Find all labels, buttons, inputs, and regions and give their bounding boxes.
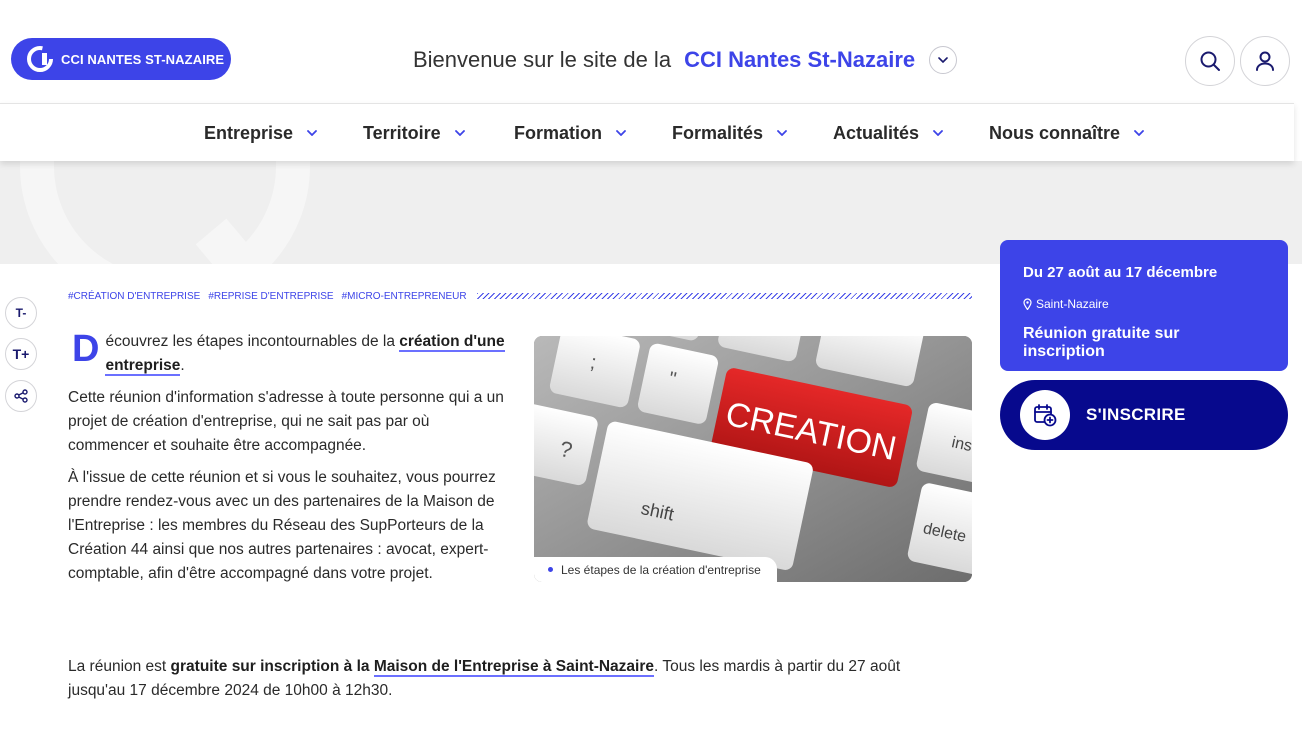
account-button[interactable]	[1240, 36, 1290, 86]
caption-text: Les étapes de la création d'entreprise	[561, 562, 761, 577]
tag-creation[interactable]: #CRÉATION D'ENTREPRISE	[68, 291, 200, 302]
event-dates: Du 27 août au 17 décembre	[1023, 264, 1218, 281]
logo-mark-icon	[27, 46, 53, 72]
event-card: Du 27 août au 17 décembre Saint-Nazaire …	[1000, 240, 1288, 371]
search-icon	[1200, 51, 1220, 71]
article-paragraph: Cette réunion d'information s'adresse à …	[68, 389, 504, 454]
event-place: Saint-Nazaire	[1023, 297, 1265, 311]
caption-dot	[548, 567, 553, 572]
chevron-down-icon	[307, 130, 317, 136]
main-navigation: Entreprise Territoire Formation Formalit…	[0, 103, 1294, 161]
user-icon	[1256, 51, 1274, 71]
nav-item-nous-connaitre[interactable]: Nous connaître	[989, 104, 1144, 162]
nav-item-territoire[interactable]: Territoire	[363, 104, 465, 162]
article-image: CREATION shift delete ins ? " ; Les étap…	[534, 336, 972, 582]
dropcap: D	[72, 328, 100, 370]
tag-list: #CRÉATION D'ENTREPRISE #REPRISE D'ENTREP…	[68, 290, 972, 302]
event-title: Réunion gratuite sur inscription	[1023, 325, 1180, 360]
chevron-down-icon	[454, 130, 465, 136]
nav-item-label: Nous connaître	[989, 122, 1121, 143]
schedule-prefix: La réunion est	[68, 658, 171, 675]
event-place-text: Saint-Nazaire	[1036, 297, 1109, 311]
nav-item-formalites[interactable]: Formalités	[672, 104, 787, 162]
tag-micro[interactable]: #MICRO-ENTREPRENEUR	[342, 291, 467, 302]
calendar-add-icon	[1034, 404, 1057, 427]
intro-end: .	[180, 357, 185, 374]
text-smaller-button[interactable]: T-	[5, 297, 37, 329]
chevron-down-icon	[777, 130, 787, 136]
chevron-down-icon	[933, 130, 943, 136]
chevron-down-icon	[1134, 130, 1144, 136]
nav-item-actualites[interactable]: Actualités	[833, 104, 943, 162]
nav-item-label: Territoire	[363, 122, 441, 143]
welcome-toggle-button[interactable]	[929, 46, 958, 74]
tag-reprise[interactable]: #REPRISE D'ENTREPRISE	[208, 291, 333, 302]
map-pin-icon	[1023, 298, 1032, 310]
chevron-down-icon	[938, 57, 948, 63]
register-icon-wrap	[1020, 390, 1070, 440]
hero-decoration	[20, 161, 310, 264]
nav-item-label: Formation	[514, 122, 602, 143]
nav-item-entreprise[interactable]: Entreprise	[204, 104, 317, 162]
site-logo[interactable]: CCI NANTES ST-NAZAIRE	[11, 38, 231, 80]
welcome-banner: Bienvenue sur le site de la CCI Nantes S…	[413, 46, 958, 74]
welcome-brand: CCI Nantes St-Nazaire	[684, 47, 916, 72]
nav-item-label: Formalités	[672, 122, 764, 143]
nav-item-formation[interactable]: Formation	[514, 104, 626, 162]
tag-divider	[476, 293, 972, 299]
site-header: CCI NANTES ST-NAZAIRE Bienvenue sur le s…	[0, 0, 1302, 103]
article-paragraph: À l'issue de cette réunion et si vous le…	[68, 469, 496, 582]
nav-item-label: Actualités	[833, 122, 920, 143]
image-caption: Les étapes de la création d'entreprise	[534, 557, 777, 582]
text-larger-button[interactable]: T+	[5, 338, 37, 370]
welcome-prefix: Bienvenue sur le site de la	[413, 47, 672, 72]
maison-entreprise-link[interactable]: Maison de l'Entreprise à Saint-Nazaire	[373, 658, 655, 677]
register-button[interactable]: S'INSCRIRE	[1000, 380, 1288, 450]
share-button[interactable]	[5, 380, 37, 412]
schedule-bold: gratuite sur inscription à la	[170, 658, 374, 675]
article-intro: Découvrez les étapes incontournables de …	[68, 330, 508, 378]
keyboard-illustration: CREATION shift delete ins ? " ;	[534, 336, 972, 582]
schedule-paragraph: La réunion est gratuite sur inscription …	[68, 655, 928, 703]
intro-text: écouvrez les étapes incontournables de l…	[105, 333, 400, 350]
search-button[interactable]	[1185, 36, 1235, 86]
share-icon	[14, 389, 28, 403]
register-label: S'INSCRIRE	[1086, 405, 1186, 424]
chevron-down-icon	[616, 130, 626, 136]
article-body: Découvrez les étapes incontournables de …	[68, 330, 508, 594]
logo-text: CCI NANTES ST-NAZAIRE	[61, 51, 225, 67]
nav-item-label: Entreprise	[204, 122, 294, 143]
